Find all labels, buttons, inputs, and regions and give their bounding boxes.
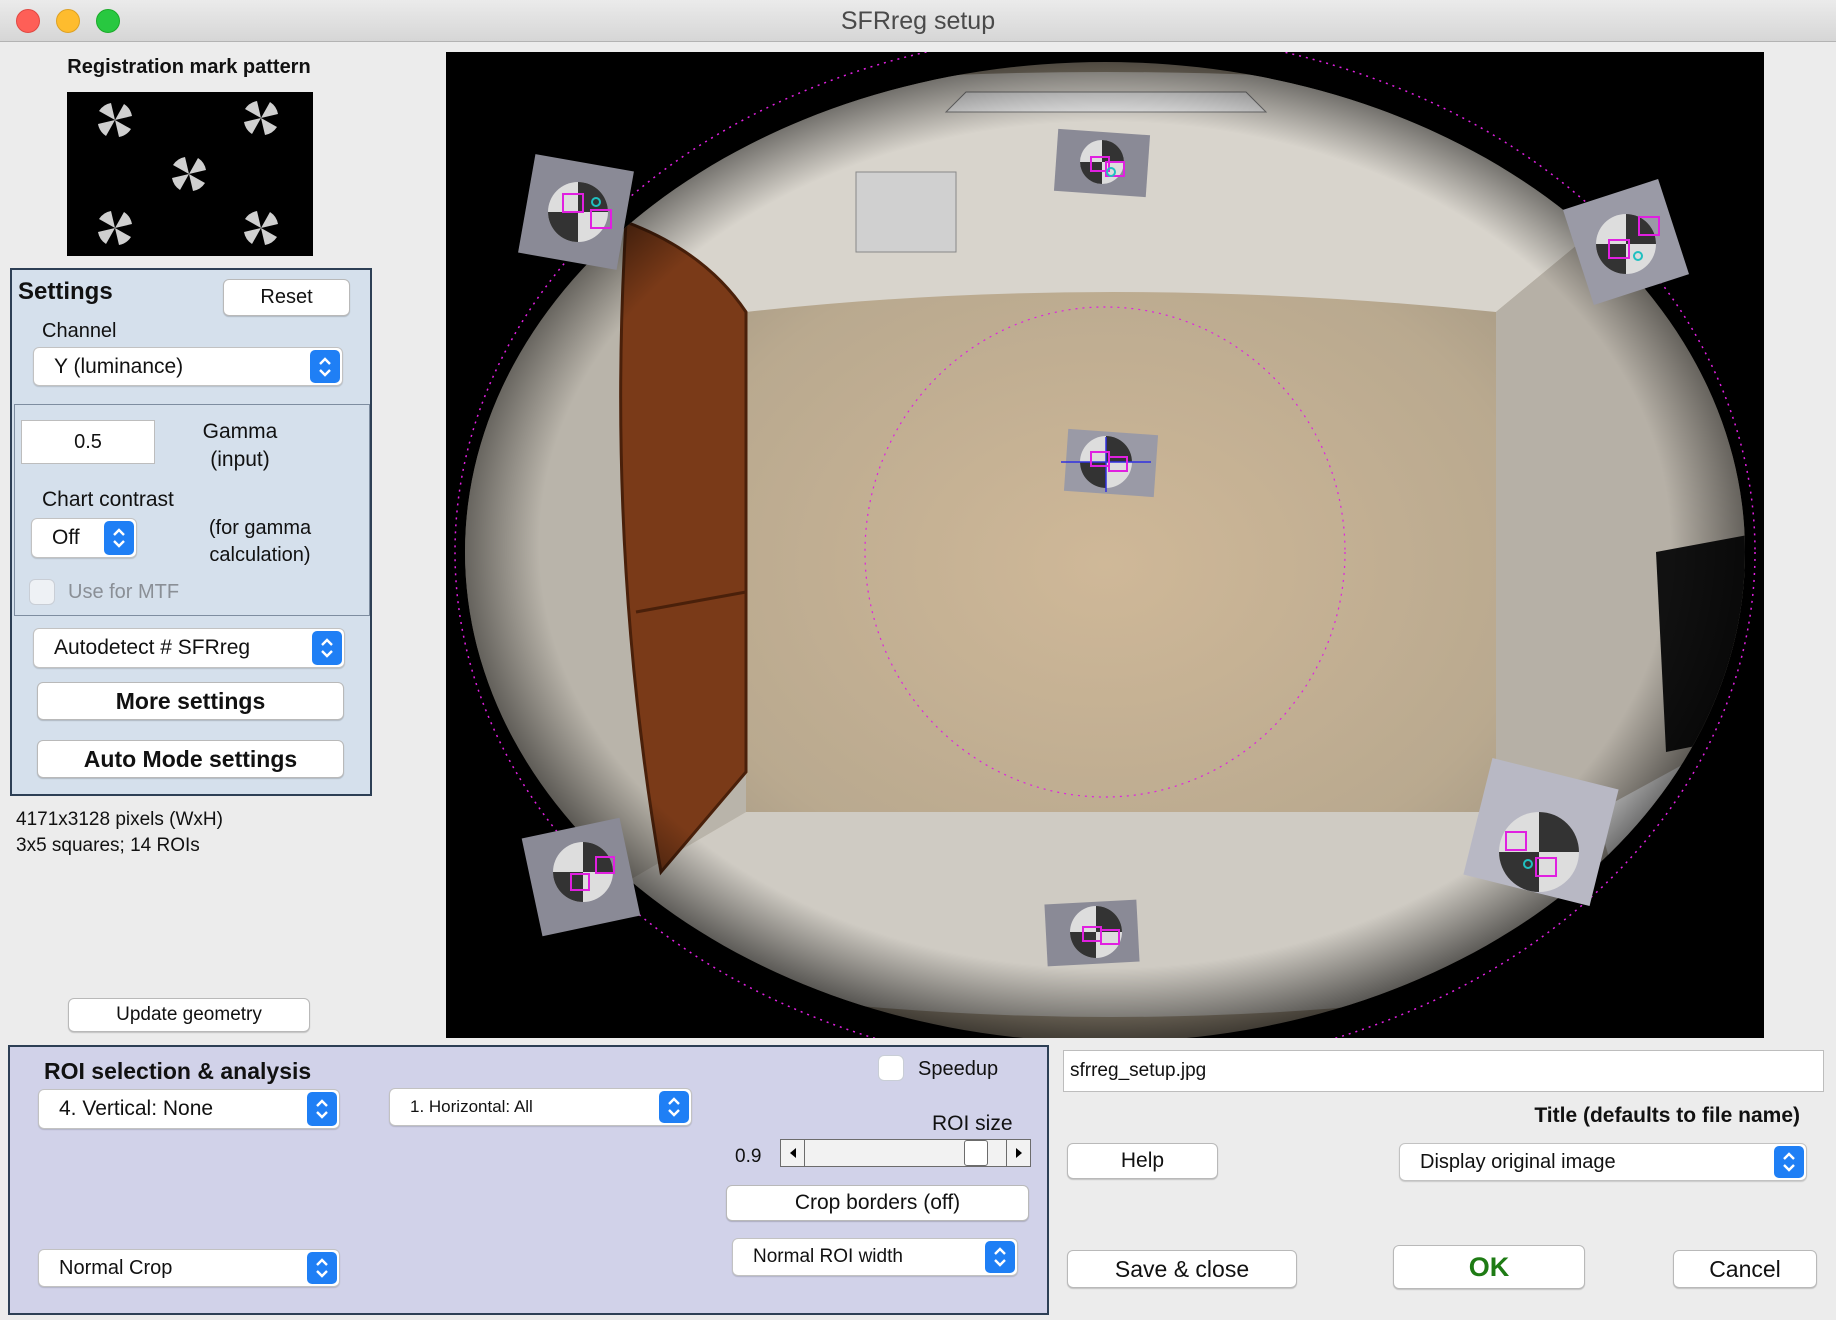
reset-button[interactable]: Reset: [223, 279, 350, 316]
window-title: SFRreg setup: [840, 7, 996, 35]
more-settings-button[interactable]: More settings: [37, 682, 344, 720]
auto-mode-settings-button[interactable]: Auto Mode settings: [37, 740, 344, 778]
save-close-button[interactable]: Save & close: [1067, 1250, 1297, 1288]
speedup-label: Speedup: [918, 1058, 999, 1080]
registration-pattern-image: [67, 92, 313, 256]
chevron-updown-icon: [659, 1091, 689, 1123]
crop-borders-button[interactable]: Crop borders (off): [726, 1185, 1029, 1221]
display-mode-value: Display original image: [1420, 1150, 1616, 1173]
chevron-updown-icon: [307, 1092, 337, 1126]
chevron-updown-icon: [307, 1252, 337, 1284]
horizontal-select-value: 1. Horizontal: All: [410, 1097, 533, 1116]
chevron-updown-icon: [985, 1241, 1015, 1273]
channel-select-value: Y (luminance): [54, 354, 184, 378]
slider-left-arrow-icon[interactable]: [781, 1140, 805, 1166]
roi-width-value: Normal ROI width: [753, 1246, 903, 1267]
slider-right-arrow-icon[interactable]: [1006, 1140, 1030, 1166]
crop-mode-select[interactable]: Normal Crop: [38, 1249, 340, 1287]
autodetect-value: Autodetect # SFRreg: [54, 636, 251, 659]
chevron-updown-icon: [104, 521, 134, 555]
channel-select[interactable]: Y (luminance): [33, 347, 343, 386]
roi-size-label: ROI size: [932, 1112, 1013, 1135]
chart-contrast-label: Chart contrast: [42, 488, 174, 511]
chevron-updown-icon: [310, 350, 340, 383]
chart-target-bottom: [1044, 899, 1140, 967]
gamma-input-sublabel: (input): [210, 448, 270, 471]
chart-contrast-value: Off: [52, 526, 80, 549]
roi-width-select[interactable]: Normal ROI width: [732, 1238, 1018, 1276]
use-for-mtf-checkbox[interactable]: [29, 579, 55, 605]
roi-size-value: 0.9: [735, 1146, 762, 1167]
chart-target-bottom-left: [521, 817, 641, 937]
chevron-updown-icon: [1774, 1146, 1804, 1178]
title-label: Title (defaults to file name): [1534, 1104, 1800, 1127]
speedup-checkbox[interactable]: [878, 1055, 904, 1081]
analysis-image-view[interactable]: [446, 31, 1764, 1073]
gamma-calc-sublabel: calculation): [209, 544, 311, 566]
gamma-calc-label: (for gamma: [208, 517, 312, 539]
title-input[interactable]: sfrreg_setup.jpg: [1063, 1050, 1824, 1092]
crop-mode-value: Normal Crop: [59, 1256, 173, 1279]
chevron-updown-icon: [312, 631, 342, 665]
image-size-info: 4171x3128 pixels (WxH): [16, 809, 223, 830]
chart-target-center: [1061, 428, 1159, 498]
update-geometry-button[interactable]: Update geometry: [68, 998, 310, 1032]
display-mode-select[interactable]: Display original image: [1399, 1143, 1807, 1181]
help-button[interactable]: Help: [1067, 1143, 1218, 1179]
chart-contrast-select[interactable]: Off: [31, 518, 137, 558]
settings-heading: Settings: [18, 278, 113, 305]
pattern-label: Registration mark pattern: [67, 56, 311, 78]
chart-target-top-left: [518, 154, 634, 270]
slider-thumb[interactable]: [964, 1140, 989, 1166]
cancel-button[interactable]: Cancel: [1673, 1250, 1817, 1288]
channel-label: Channel: [42, 320, 117, 342]
chart-target-top: [1053, 128, 1151, 198]
ok-button[interactable]: OK: [1393, 1245, 1585, 1289]
gamma-input[interactable]: 0.5: [21, 420, 155, 464]
roi-count-info: 3x5 squares; 14 ROIs: [16, 835, 200, 856]
horizontal-select[interactable]: 1. Horizontal: All: [389, 1088, 692, 1126]
vertical-select[interactable]: 4. Vertical: None: [38, 1089, 340, 1129]
roi-heading: ROI selection & analysis: [44, 1058, 312, 1084]
use-for-mtf-label: Use for MTF: [68, 581, 180, 603]
vertical-select-value: 4. Vertical: None: [59, 1097, 214, 1120]
autodetect-select[interactable]: Autodetect # SFRreg: [33, 628, 345, 668]
gamma-label: Gamma: [202, 420, 278, 443]
roi-size-slider[interactable]: [780, 1139, 1031, 1167]
